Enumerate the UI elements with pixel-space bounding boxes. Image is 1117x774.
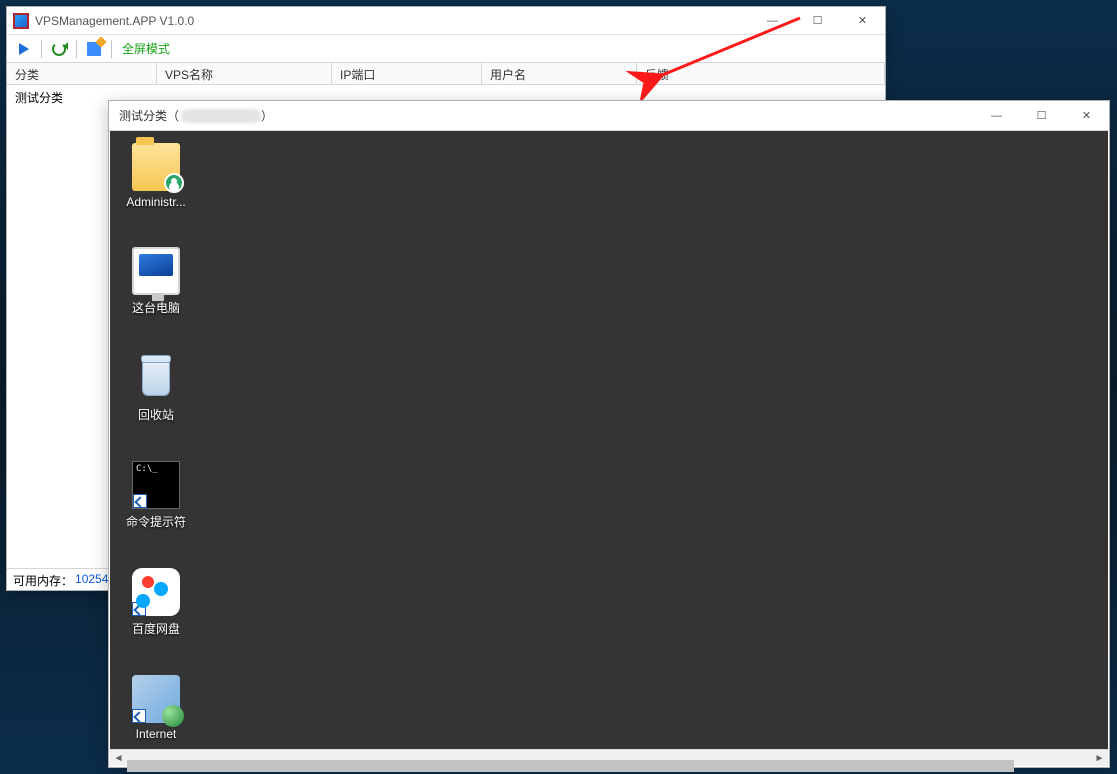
- rdp-title-prefix: 测试分类（: [119, 107, 179, 124]
- desktop-icon-administrator[interactable]: Administr...: [118, 143, 194, 209]
- desktop-icon-iis[interactable]: Internet: [118, 675, 194, 741]
- edit-button[interactable]: [83, 38, 105, 60]
- col-vps-name[interactable]: VPS名称: [157, 63, 332, 84]
- shortcut-overlay-icon: [132, 602, 146, 616]
- status-mem-label: 可用内存：: [13, 572, 73, 587]
- desktop-icon-baidu-netdisk[interactable]: 百度网盘: [118, 568, 194, 637]
- computer-icon: [132, 247, 180, 295]
- play-button[interactable]: [13, 38, 35, 60]
- desktop-icon-this-pc[interactable]: 这台电脑: [118, 247, 194, 316]
- desktop-icons-column: Administr... 这台电脑 回收站 命令提示符 百度网盘 Interne: [118, 143, 194, 741]
- play-icon: [19, 43, 29, 55]
- icon-label: 命令提示符: [126, 515, 186, 529]
- iis-manager-icon: [132, 675, 180, 723]
- scrollbar-thumb[interactable]: [127, 760, 1014, 772]
- status-mem-value: 10254: [75, 572, 108, 587]
- close-button[interactable]: ✕: [840, 7, 885, 35]
- close-button[interactable]: ✕: [1064, 102, 1109, 130]
- maximize-button[interactable]: ☐: [1019, 102, 1064, 130]
- rdp-title-ip-blurred: [181, 109, 261, 123]
- toolbar-separator: [41, 40, 42, 58]
- remote-desktop-window: 测试分类（ ） — ☐ ✕ Administr... 这台电脑 回收站: [108, 100, 1110, 768]
- desktop-icon-cmd[interactable]: 命令提示符: [118, 461, 194, 530]
- minimize-button[interactable]: —: [974, 102, 1019, 130]
- fullscreen-mode-button[interactable]: 全屏模式: [122, 40, 170, 57]
- vps-window-controls: — ☐ ✕: [750, 7, 885, 35]
- minimize-button[interactable]: —: [750, 7, 795, 35]
- command-prompt-icon: [132, 461, 180, 509]
- vps-toolbar: 全屏模式: [7, 35, 885, 63]
- recycle-bin-icon: [132, 354, 180, 402]
- shortcut-overlay-icon: [132, 709, 146, 723]
- refresh-button[interactable]: [48, 38, 70, 60]
- col-category[interactable]: 分类: [7, 63, 157, 84]
- icon-label: 百度网盘: [132, 622, 180, 636]
- edit-icon: [87, 42, 101, 56]
- icon-label: 这台电脑: [132, 301, 180, 315]
- app-icon: [13, 13, 29, 29]
- toolbar-separator: [76, 40, 77, 58]
- col-feedback[interactable]: 反馈: [637, 63, 885, 84]
- vps-grid-header: 分类 VPS名称 IP端口 用户名 反馈: [7, 63, 885, 85]
- vps-titlebar[interactable]: VPSManagement.APP V1.0.0 — ☐ ✕: [7, 7, 885, 35]
- scroll-left-button[interactable]: ◄: [110, 750, 127, 766]
- col-user[interactable]: 用户名: [482, 63, 637, 84]
- icon-label: Internet: [136, 727, 177, 741]
- rdp-window-controls: — ☐ ✕: [974, 102, 1109, 130]
- icon-label: 回收站: [138, 408, 174, 422]
- horizontal-scrollbar[interactable]: ◄ ►: [110, 749, 1108, 766]
- scroll-right-button[interactable]: ►: [1091, 750, 1108, 766]
- desktop-icon-recycle-bin[interactable]: 回收站: [118, 354, 194, 423]
- rdp-titlebar[interactable]: 测试分类（ ） — ☐ ✕: [109, 101, 1109, 131]
- vps-title-text: VPSManagement.APP V1.0.0: [35, 14, 750, 28]
- baidu-netdisk-icon: [132, 568, 180, 616]
- col-ip-port[interactable]: IP端口: [332, 63, 482, 84]
- user-folder-icon: [132, 143, 180, 191]
- icon-label: Administr...: [126, 195, 185, 209]
- rdp-title-suffix: ）: [261, 107, 273, 124]
- toolbar-separator: [111, 40, 112, 58]
- shortcut-overlay-icon: [133, 494, 147, 508]
- remote-desktop-surface[interactable]: Administr... 这台电脑 回收站 命令提示符 百度网盘 Interne: [110, 131, 1108, 749]
- refresh-icon: [52, 42, 66, 56]
- maximize-button[interactable]: ☐: [795, 7, 840, 35]
